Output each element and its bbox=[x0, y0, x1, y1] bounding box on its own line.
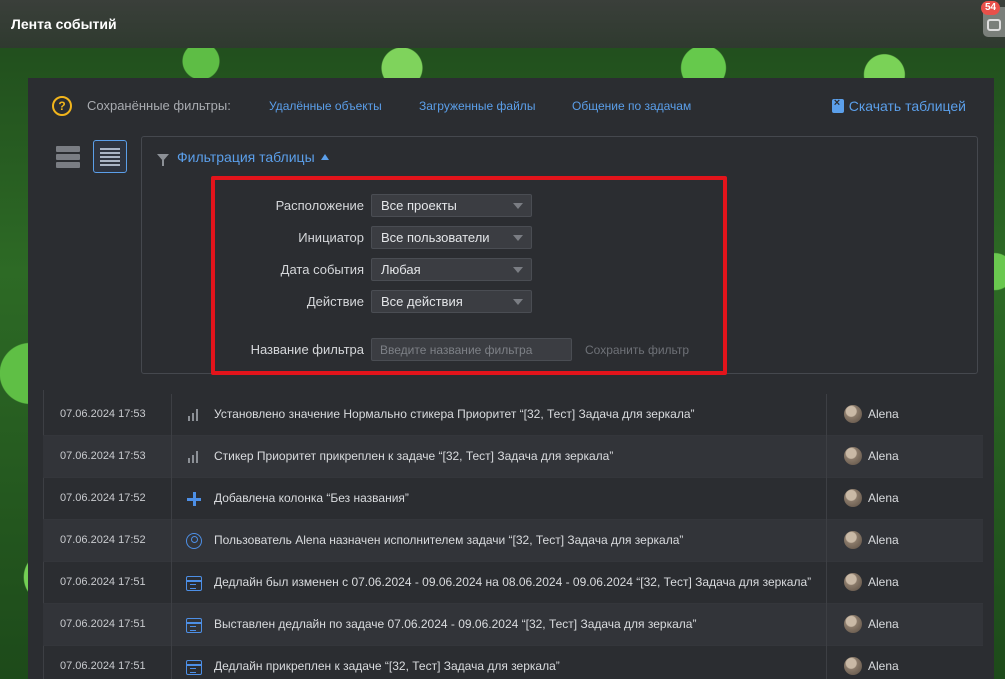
event-time: 07.06.2024 17:53 bbox=[60, 450, 146, 462]
saved-filters-label: Сохранённые фильтры: bbox=[87, 98, 231, 113]
chat-icon bbox=[987, 19, 1001, 31]
bars-icon bbox=[186, 407, 202, 423]
event-message: Дедлайн был изменен с 07.06.2024 - 09.06… bbox=[214, 575, 812, 589]
calendar-icon bbox=[186, 618, 202, 633]
event-user: Alena bbox=[868, 407, 899, 421]
table-row[interactable]: 07.06.2024 17:53 Установлено значение Но… bbox=[43, 394, 983, 436]
event-time: 07.06.2024 17:51 bbox=[60, 576, 146, 588]
event-message: Добавлена колонка “Без названия” bbox=[214, 491, 409, 505]
avatar bbox=[844, 405, 862, 423]
caret-up-icon bbox=[320, 154, 329, 160]
event-user: Alena bbox=[868, 449, 899, 463]
event-time: 07.06.2024 17:51 bbox=[60, 660, 146, 672]
events-table: 07.06.2024 17:53 Установлено значение Но… bbox=[28, 390, 994, 679]
event-time: 07.06.2024 17:53 bbox=[60, 408, 146, 420]
filter-panel: ? Сохранённые фильтры: Удалённые объекты… bbox=[28, 78, 994, 390]
event-user: Alena bbox=[868, 575, 899, 589]
event-message: Стикер Приоритет прикреплен к задаче “[3… bbox=[214, 449, 614, 463]
bars-icon bbox=[186, 449, 202, 465]
assign-user-icon bbox=[186, 533, 202, 549]
avatar bbox=[844, 531, 862, 549]
event-user: Alena bbox=[868, 533, 899, 547]
event-user: Alena bbox=[868, 659, 899, 673]
avatar bbox=[844, 657, 862, 675]
highlight-frame bbox=[211, 176, 727, 375]
notification-badge: 54 bbox=[981, 1, 1001, 15]
table-row[interactable]: 07.06.2024 17:52 Добавлена колонка “Без … bbox=[43, 478, 983, 520]
event-time: 07.06.2024 17:52 bbox=[60, 534, 146, 546]
event-time: 07.06.2024 17:51 bbox=[60, 618, 146, 630]
funnel-icon bbox=[157, 153, 169, 166]
table-row[interactable]: 07.06.2024 17:53 Стикер Приоритет прикре… bbox=[43, 436, 983, 478]
event-message: Установлено значение Нормально стикера П… bbox=[214, 407, 695, 421]
event-message: Дедлайн прикреплен к задаче “[32, Тест] … bbox=[214, 659, 560, 673]
avatar bbox=[844, 615, 862, 633]
table-row[interactable]: 07.06.2024 17:51 Дедлайн был изменен с 0… bbox=[43, 562, 983, 604]
filter-toggle-label: Фильтрация таблицы bbox=[177, 149, 315, 165]
download-table-button[interactable]: Скачать таблицей bbox=[831, 97, 966, 114]
table-row[interactable]: 07.06.2024 17:52 Пользователь Alena назн… bbox=[43, 520, 983, 562]
plus-icon bbox=[186, 491, 202, 507]
view-list-toggle[interactable] bbox=[93, 140, 127, 173]
event-user: Alena bbox=[868, 617, 899, 631]
calendar-icon bbox=[186, 660, 202, 675]
saved-filter-deleted-objects[interactable]: Удалённые объекты bbox=[269, 99, 382, 113]
event-time: 07.06.2024 17:52 bbox=[60, 492, 146, 504]
avatar bbox=[844, 447, 862, 465]
event-message: Пользователь Alena назначен исполнителем… bbox=[214, 533, 684, 547]
download-table-label: Скачать таблицей bbox=[848, 98, 966, 114]
table-row[interactable]: 07.06.2024 17:51 Выставлен дедлайн по за… bbox=[43, 604, 983, 646]
table-filter-box: Фильтрация таблицы Расположение Все прое… bbox=[141, 136, 978, 375]
view-cards-toggle[interactable] bbox=[56, 146, 80, 170]
avatar bbox=[844, 489, 862, 507]
event-message: Выставлен дедлайн по задаче 07.06.2024 -… bbox=[214, 617, 697, 631]
top-bar: Лента событий 54 bbox=[0, 0, 1005, 48]
saved-filters-bar: ? Сохранённые фильтры: Удалённые объекты… bbox=[28, 94, 994, 118]
avatar bbox=[844, 573, 862, 591]
event-user: Alena bbox=[868, 491, 899, 505]
saved-filter-task-chat[interactable]: Общение по задачам bbox=[572, 99, 691, 113]
table-row[interactable]: 07.06.2024 17:51 Дедлайн прикреплен к за… bbox=[43, 646, 983, 679]
help-icon[interactable]: ? bbox=[52, 96, 72, 116]
saved-filter-uploaded-files[interactable]: Загруженные файлы bbox=[419, 99, 535, 113]
calendar-icon bbox=[186, 576, 202, 591]
spreadsheet-icon bbox=[831, 97, 844, 113]
page-title: Лента событий bbox=[11, 16, 117, 32]
notifications-button[interactable]: 54 bbox=[981, 1, 1005, 37]
filter-toggle[interactable]: Фильтрация таблицы bbox=[157, 149, 329, 166]
